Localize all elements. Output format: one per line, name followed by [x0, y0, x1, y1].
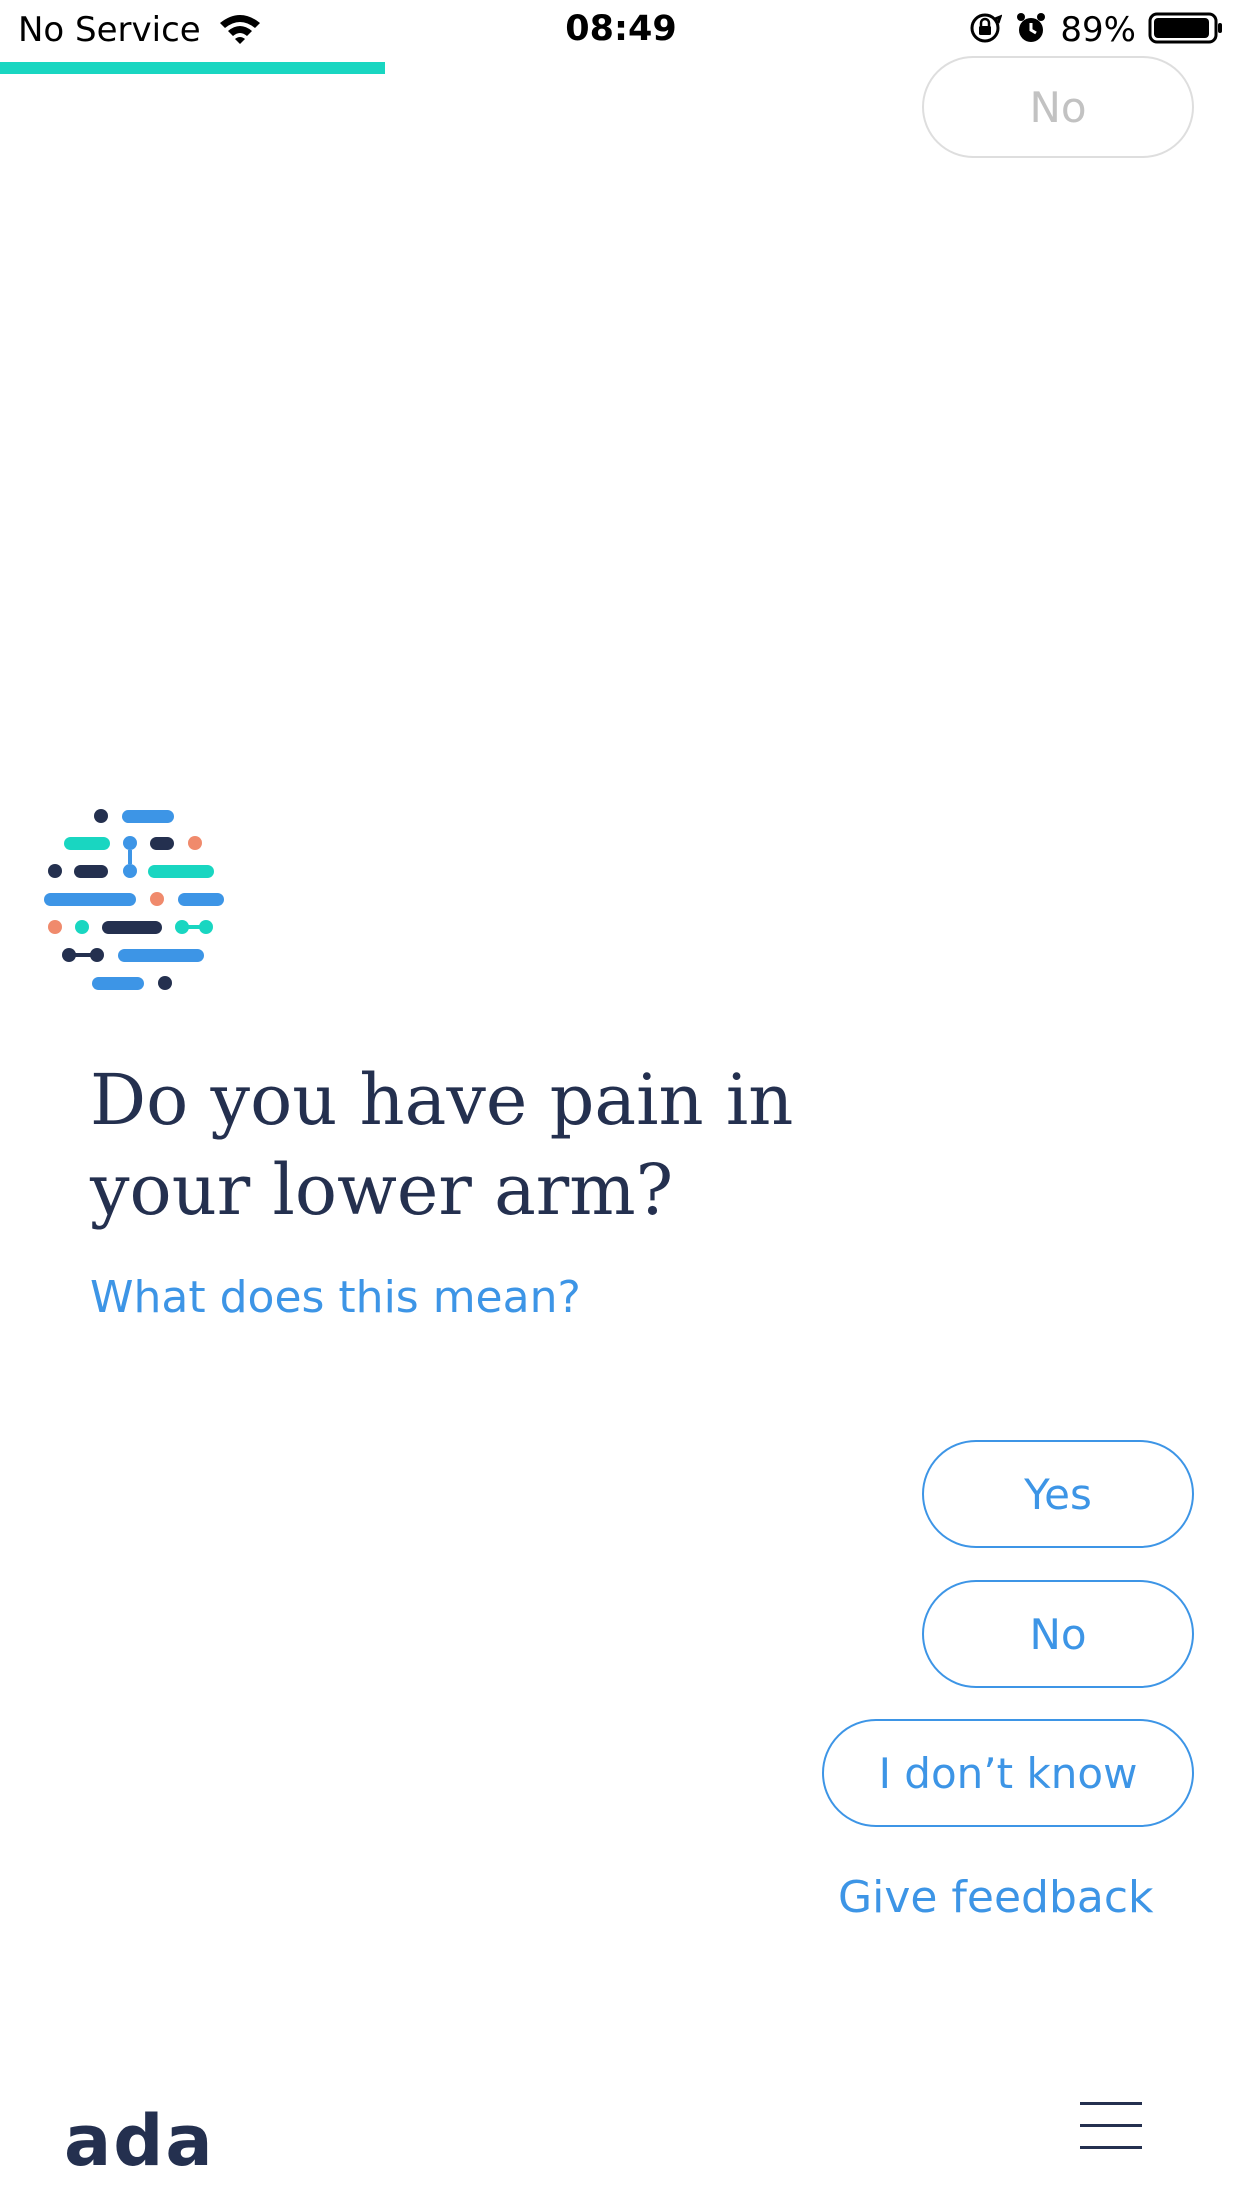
alarm-icon	[1014, 11, 1048, 49]
previous-answer-bubble: No	[922, 56, 1194, 158]
question-line-2: your lower arm?	[90, 1149, 674, 1231]
no-button[interactable]: No	[922, 1580, 1194, 1688]
dont-know-button[interactable]: I don’t know	[822, 1719, 1194, 1827]
hamburger-menu-icon[interactable]	[1080, 2100, 1142, 2150]
what-does-this-mean-link[interactable]: What does this mean?	[90, 1272, 581, 1323]
battery-icon	[1148, 11, 1224, 49]
orientation-lock-icon	[968, 11, 1003, 49]
ada-wordmark: ada	[64, 2100, 215, 2182]
status-icons: 89%	[968, 10, 1224, 50]
question-line-1: Do you have pain in	[90, 1059, 794, 1141]
progress-bar	[0, 62, 386, 74]
status-bar: No Service 08:49 89%	[0, 0, 1242, 62]
question-text: Do you have pain in your lower arm?	[90, 1055, 850, 1235]
give-feedback-link[interactable]: Give feedback	[838, 1872, 1154, 1923]
yes-button[interactable]: Yes	[922, 1440, 1194, 1548]
ada-logo-icon	[42, 805, 232, 999]
battery-percent: 89%	[1060, 10, 1136, 50]
